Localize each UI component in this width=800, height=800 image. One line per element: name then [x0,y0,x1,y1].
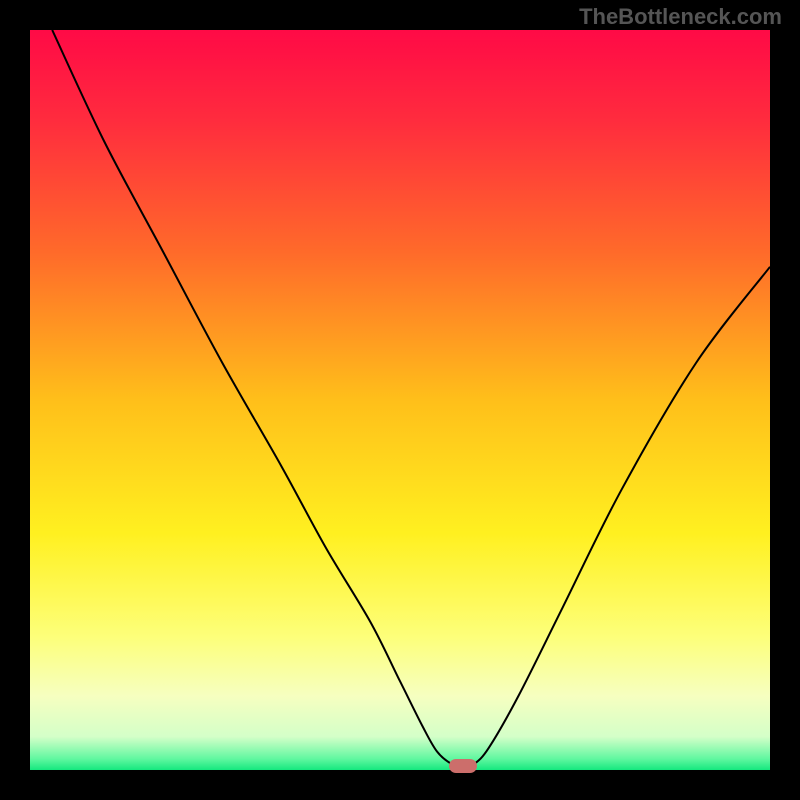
plot-area [30,30,770,770]
optimal-marker [449,759,477,773]
bottleneck-curve [52,30,770,766]
chart-frame: TheBottleneck.com [0,0,800,800]
curve-layer [30,30,770,770]
watermark-text: TheBottleneck.com [579,4,782,30]
